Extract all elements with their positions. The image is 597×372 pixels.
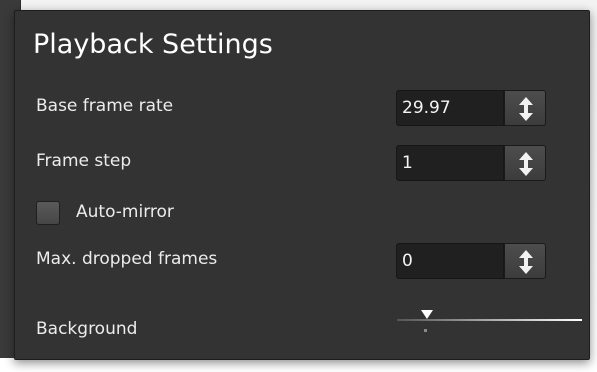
base-frame-rate-stepper-button[interactable] [504,90,546,126]
max-dropped-frames-stepper-button[interactable] [504,243,546,279]
frame-step-input[interactable]: 1 [396,145,504,181]
background-label: Background [36,319,138,339]
auto-mirror-checkbox[interactable] [36,201,60,225]
up-down-arrow-icon [519,152,533,176]
up-down-arrow-icon [519,250,533,274]
playback-settings-panel: Playback Settings Base frame rate 29.97 … [14,10,590,360]
frame-step-stepper-button[interactable] [504,145,546,181]
max-dropped-frames-input[interactable]: 0 [396,243,504,279]
auto-mirror-label: Auto-mirror [76,202,174,222]
slider-thumb-icon[interactable] [421,310,433,320]
panel-title: Playback Settings [33,29,273,60]
background-slider[interactable] [397,308,583,336]
base-frame-rate-input[interactable]: 29.97 [396,90,504,126]
base-frame-rate-spinbox: 29.97 [396,90,546,128]
base-frame-rate-label: Base frame rate [36,96,174,116]
slider-tick-mark [424,329,427,332]
frame-step-label: Frame step [36,151,132,171]
max-dropped-frames-spinbox: 0 [396,243,546,281]
max-dropped-frames-label: Max. dropped frames [36,249,218,269]
screenshot-stage: Playback Settings Base frame rate 29.97 … [0,0,597,372]
frame-step-spinbox: 1 [396,145,546,183]
up-down-arrow-icon [519,97,533,121]
